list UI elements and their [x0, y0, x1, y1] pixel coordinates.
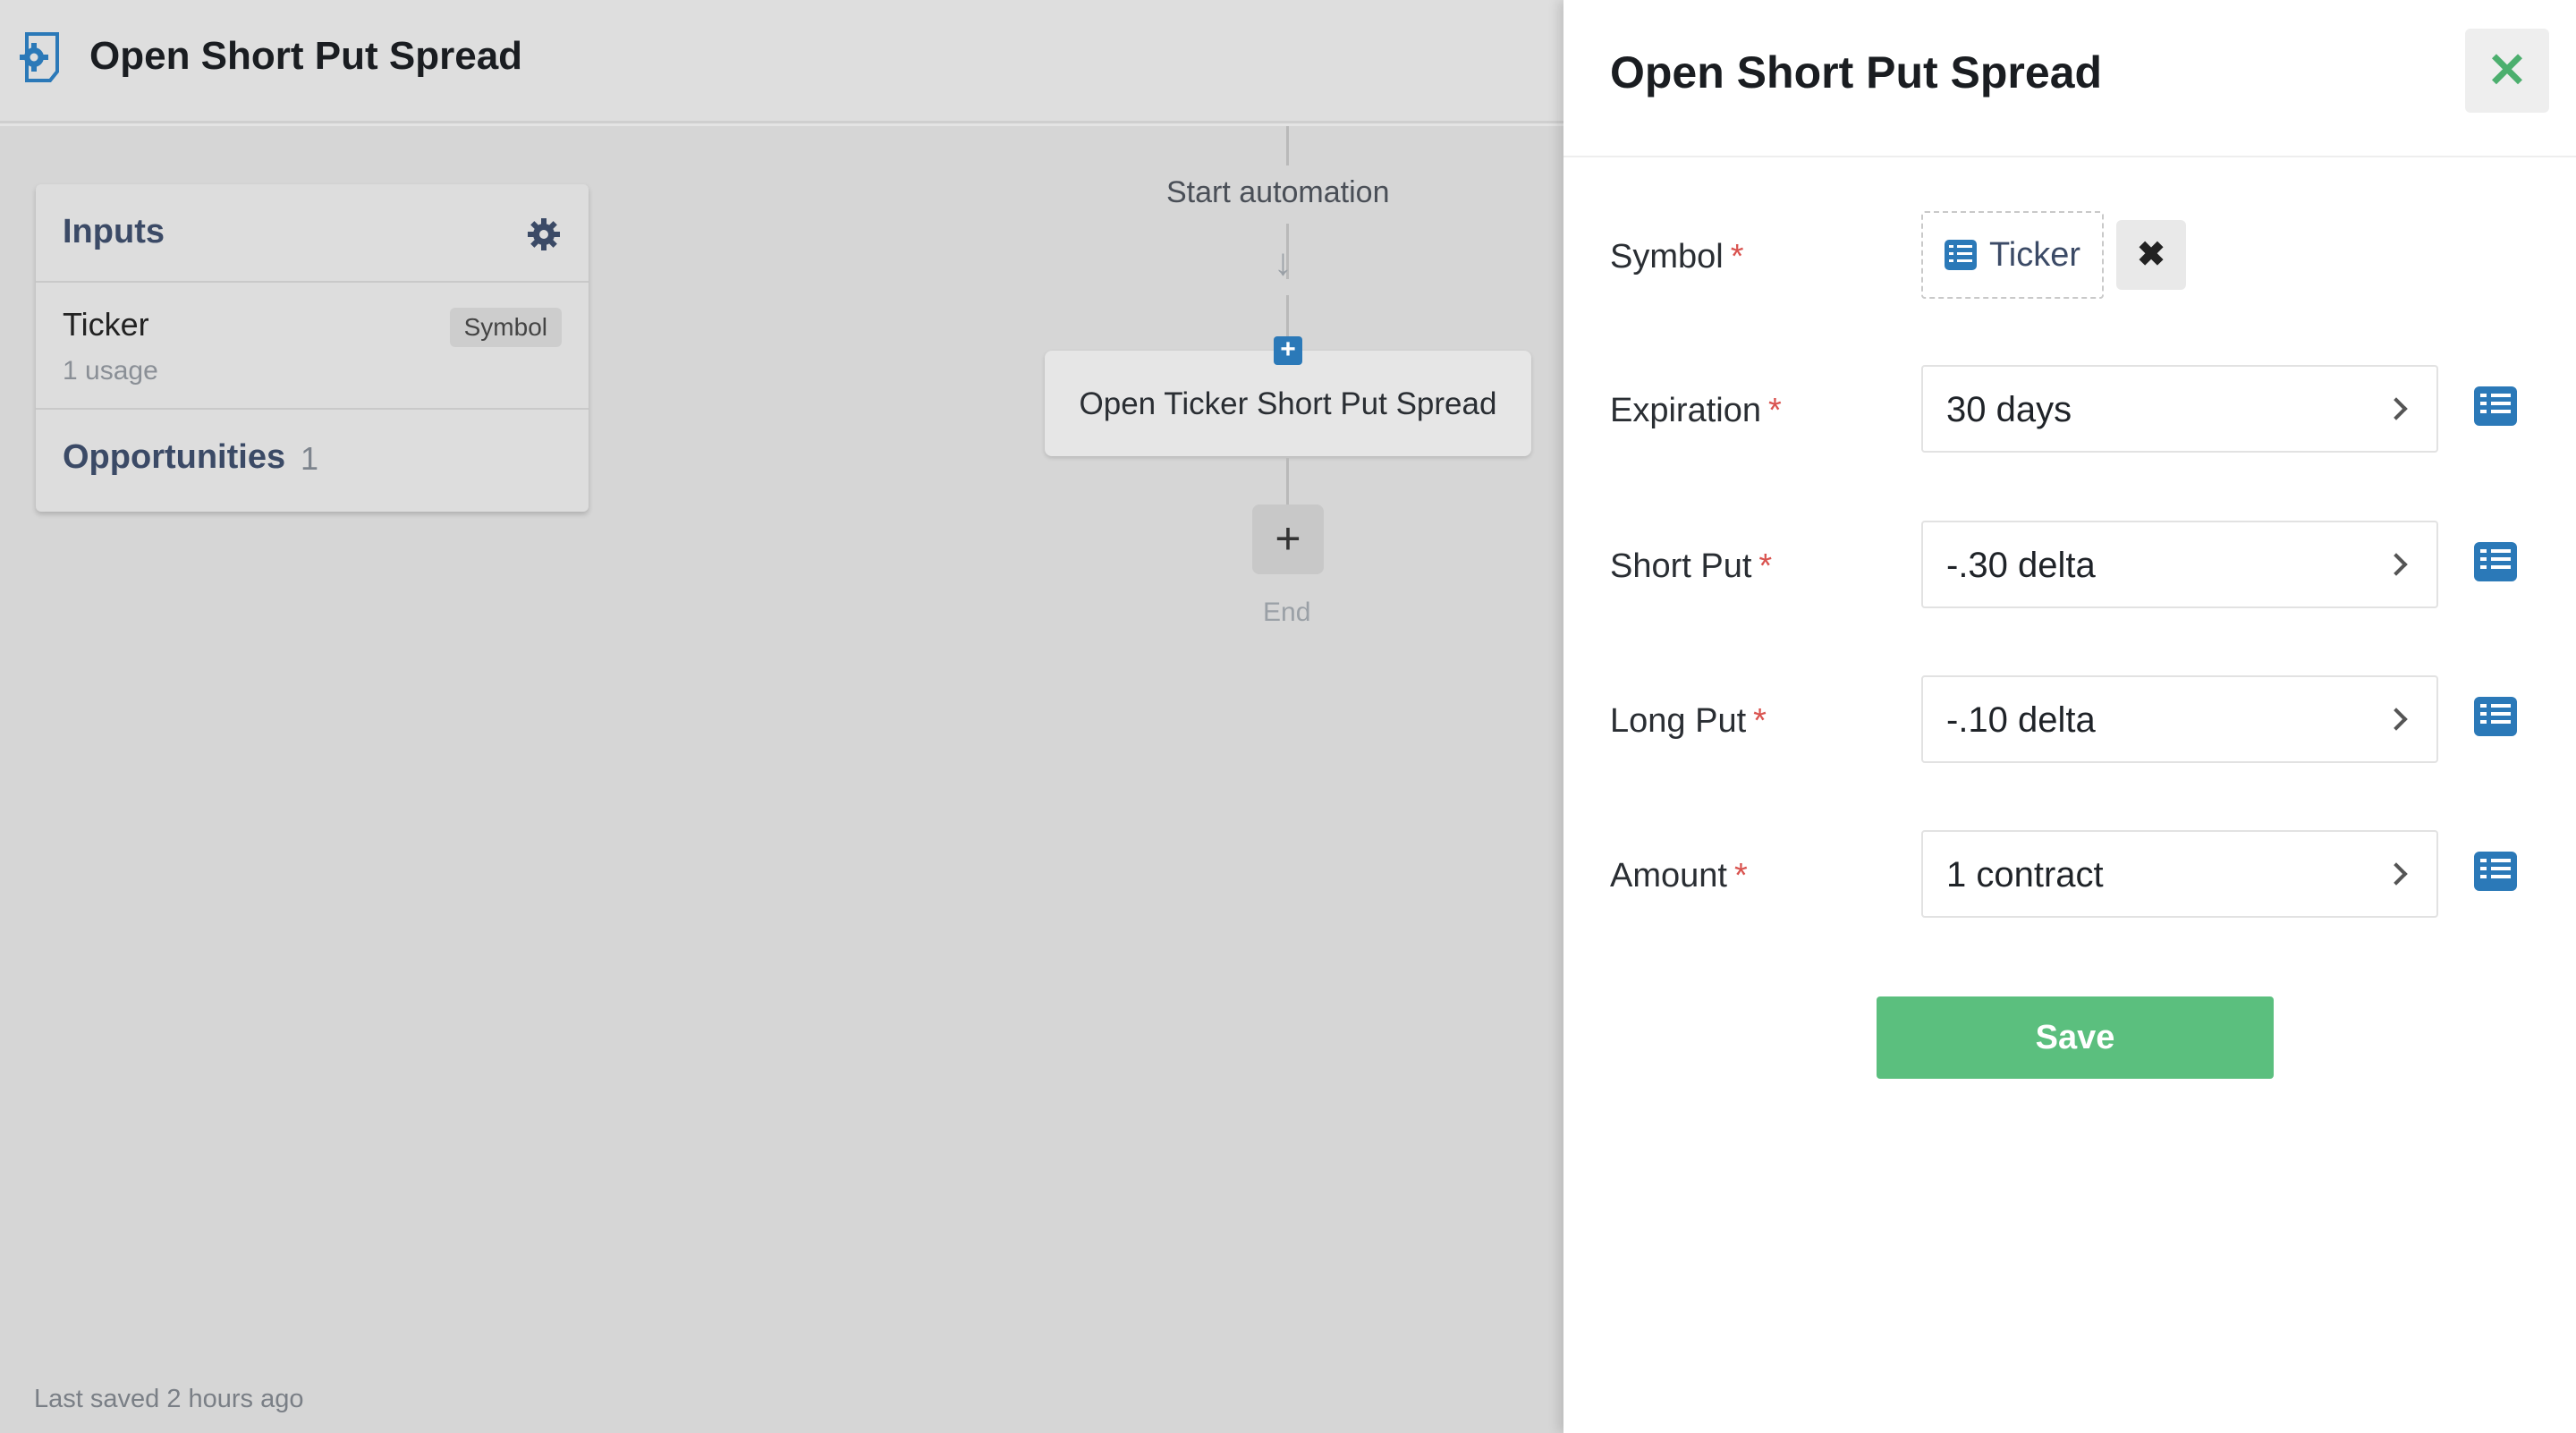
- last-saved-status: Last saved 2 hours ago: [34, 1385, 304, 1413]
- panel-title: Open Short Put Spread: [1610, 47, 2103, 98]
- input-type-badge: Symbol: [449, 308, 562, 347]
- expiration-value: 30 days: [1946, 390, 2072, 429]
- opportunities-row[interactable]: Opportunities 1: [36, 410, 589, 510]
- page-title: Open Short Put Spread: [89, 34, 523, 78]
- long-put-list-button[interactable]: [2474, 697, 2517, 736]
- input-usage: 1 usage: [63, 356, 158, 386]
- opportunities-label: Opportunities: [63, 438, 286, 476]
- chevron-right-icon: [2385, 708, 2408, 731]
- short-put-row: Short Put * -.30 delta: [1563, 521, 2576, 610]
- chevron-right-icon: [2385, 862, 2408, 886]
- arrow-down-icon: ↓: [1274, 241, 1292, 283]
- step-settings-panel: Open Short Put Spread ✕ Symbol * Ticker ✖…: [1563, 0, 2576, 1433]
- chevron-right-icon: [2385, 397, 2408, 420]
- end-label: End: [1263, 598, 1311, 627]
- amount-row: Amount * 1 contract: [1563, 830, 2576, 920]
- input-name: Ticker: [63, 306, 149, 343]
- close-button[interactable]: ✕: [2465, 29, 2549, 113]
- short-put-list-button[interactable]: [2474, 542, 2517, 581]
- flow-step-label: Open Ticker Short Put Spread: [1079, 386, 1497, 421]
- short-put-value: -.30 delta: [1946, 546, 2096, 585]
- long-put-field[interactable]: -.10 delta: [1921, 675, 2438, 763]
- symbol-input-chip[interactable]: Ticker: [1921, 211, 2104, 299]
- expiration-list-button[interactable]: [2474, 386, 2517, 426]
- inputs-card-header: Inputs: [36, 184, 589, 283]
- symbol-row: Symbol * Ticker ✖: [1563, 211, 2576, 301]
- workspace: Open Short Put Spread Inputs Ticker 1 us…: [0, 0, 1563, 1433]
- plus-square-icon: +: [1274, 336, 1302, 365]
- symbol-label: Symbol *: [1610, 238, 1744, 276]
- opportunities-count: 1: [301, 440, 319, 477]
- list-icon: [1945, 240, 1977, 270]
- remove-x-icon: ✖: [2137, 236, 2165, 274]
- amount-field[interactable]: 1 contract: [1921, 830, 2438, 918]
- amount-list-button[interactable]: [2474, 852, 2517, 891]
- inputs-card: Inputs Ticker 1 usage Symbol Opportuniti…: [36, 184, 589, 512]
- amount-value: 1 contract: [1946, 855, 2104, 895]
- remove-symbol-button[interactable]: ✖: [2116, 220, 2186, 290]
- close-icon: ✕: [2487, 44, 2528, 98]
- flow-connector: [1286, 458, 1289, 505]
- long-put-value: -.10 delta: [1946, 700, 2096, 740]
- expiration-row: Expiration * 30 days: [1563, 365, 2576, 454]
- automation-gear-icon: [20, 32, 59, 82]
- inputs-title: Inputs: [63, 213, 165, 250]
- panel-header: Open Short Put Spread ✕: [1563, 0, 2576, 157]
- long-put-label: Long Put *: [1610, 702, 1767, 740]
- flow-connector: [1286, 295, 1289, 340]
- flow-step-card[interactable]: Open Ticker Short Put Spread: [1045, 351, 1531, 456]
- top-bar: Open Short Put Spread: [0, 0, 1563, 123]
- amount-label: Amount *: [1610, 857, 1748, 895]
- expiration-label: Expiration *: [1610, 392, 1782, 429]
- start-automation-label: Start automation: [1166, 175, 1390, 209]
- flow-connector: [1286, 126, 1289, 165]
- save-button[interactable]: Save: [1877, 996, 2274, 1079]
- input-item-ticker[interactable]: Ticker 1 usage Symbol: [36, 283, 589, 410]
- long-put-row: Long Put * -.10 delta: [1563, 675, 2576, 765]
- add-step-button[interactable]: +: [1252, 505, 1324, 574]
- chevron-right-icon: [2385, 553, 2408, 576]
- expiration-field[interactable]: 30 days: [1921, 365, 2438, 453]
- symbol-value: Ticker: [1989, 236, 2081, 274]
- short-put-field[interactable]: -.30 delta: [1921, 521, 2438, 608]
- gear-icon[interactable]: [526, 216, 562, 252]
- short-put-label: Short Put *: [1610, 547, 1773, 585]
